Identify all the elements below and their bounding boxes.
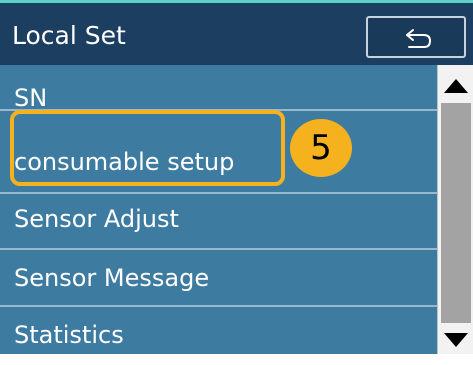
triangle-down-icon [444,333,468,347]
scroll-thumb[interactable] [441,103,471,323]
scrollbar[interactable] [437,65,473,354]
triangle-up-icon [444,79,468,93]
scroll-down-button[interactable] [438,327,473,354]
menu-item-label: Statistics [14,321,124,349]
step-number-badge: 5 [290,119,352,177]
back-arrow-icon [406,29,432,48]
header-bar: Local Set [0,3,473,65]
back-button[interactable] [366,16,466,58]
menu-list: SN consumable setup Sensor Adjust Sensor… [0,65,437,354]
menu-item-sensor-adjust[interactable]: Sensor Adjust [0,194,437,252]
menu-item-label: Sensor Message [14,264,210,292]
menu-item-label: Sensor Adjust [14,205,179,233]
menu-item-statistics[interactable]: Statistics [0,307,437,365]
scroll-up-button[interactable] [438,71,473,99]
page-title: Local Set [12,21,126,50]
step-highlight-box [10,110,285,186]
menu-item-sensor-message[interactable]: Sensor Message [0,250,437,308]
